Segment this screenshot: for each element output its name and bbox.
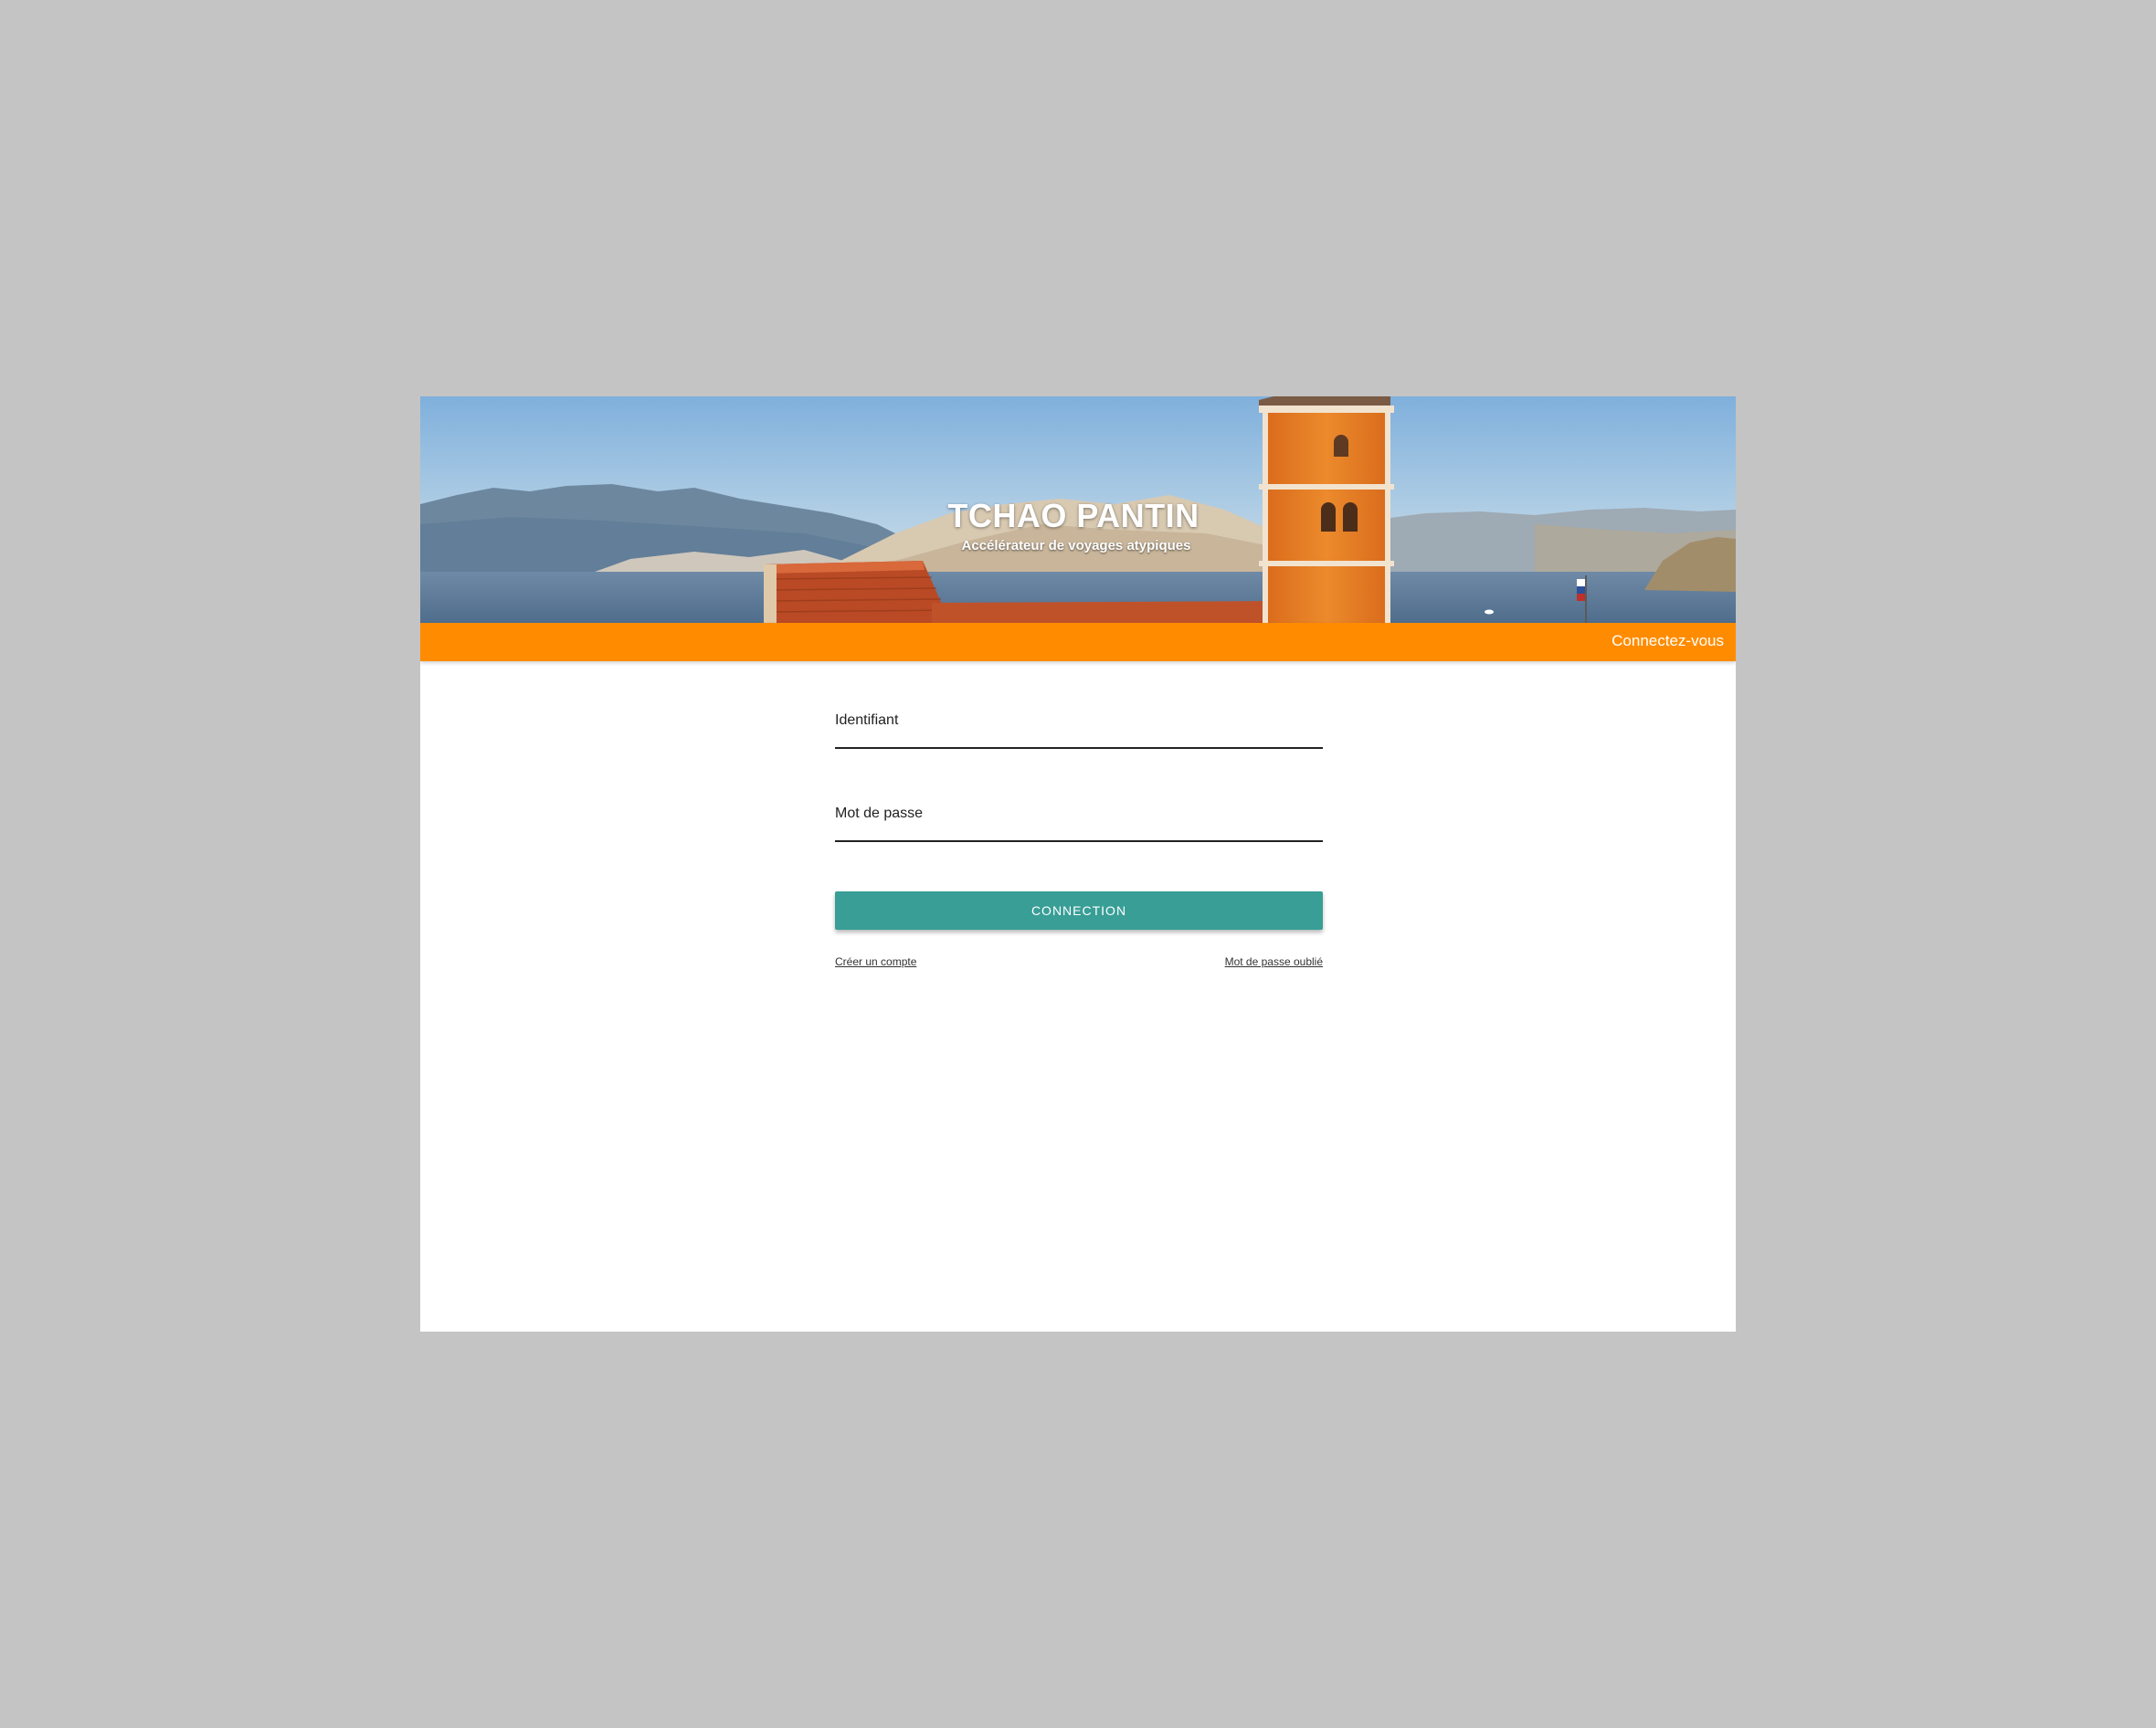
site-subtitle: Accélérateur de voyages atypiques [961, 538, 1191, 553]
username-input[interactable] [835, 707, 1326, 747]
username-field[interactable]: Identifiant [835, 707, 1326, 749]
login-form: Identifiant Mot de passe CONNECTION Crée… [835, 707, 1326, 968]
connection-button[interactable]: CONNECTION [835, 891, 1323, 930]
password-field[interactable]: Mot de passe [835, 800, 1326, 842]
site-title: TCHAO PANTIN [947, 497, 1200, 534]
form-links: Créer un compte Mot de passe oublié [835, 955, 1323, 974]
app-window: TCHAO PANTIN Accélérateur de voyages aty… [420, 396, 1736, 1332]
login-nav-link[interactable]: Connectez-vous [1612, 632, 1724, 650]
password-input[interactable] [835, 800, 1326, 840]
forgot-password-link[interactable]: Mot de passe oublié [1225, 955, 1323, 968]
create-account-link[interactable]: Créer un compte [835, 955, 916, 968]
nav-bar: Connectez-vous [420, 623, 1736, 661]
hero-banner: TCHAO PANTIN Accélérateur de voyages aty… [420, 396, 1736, 623]
